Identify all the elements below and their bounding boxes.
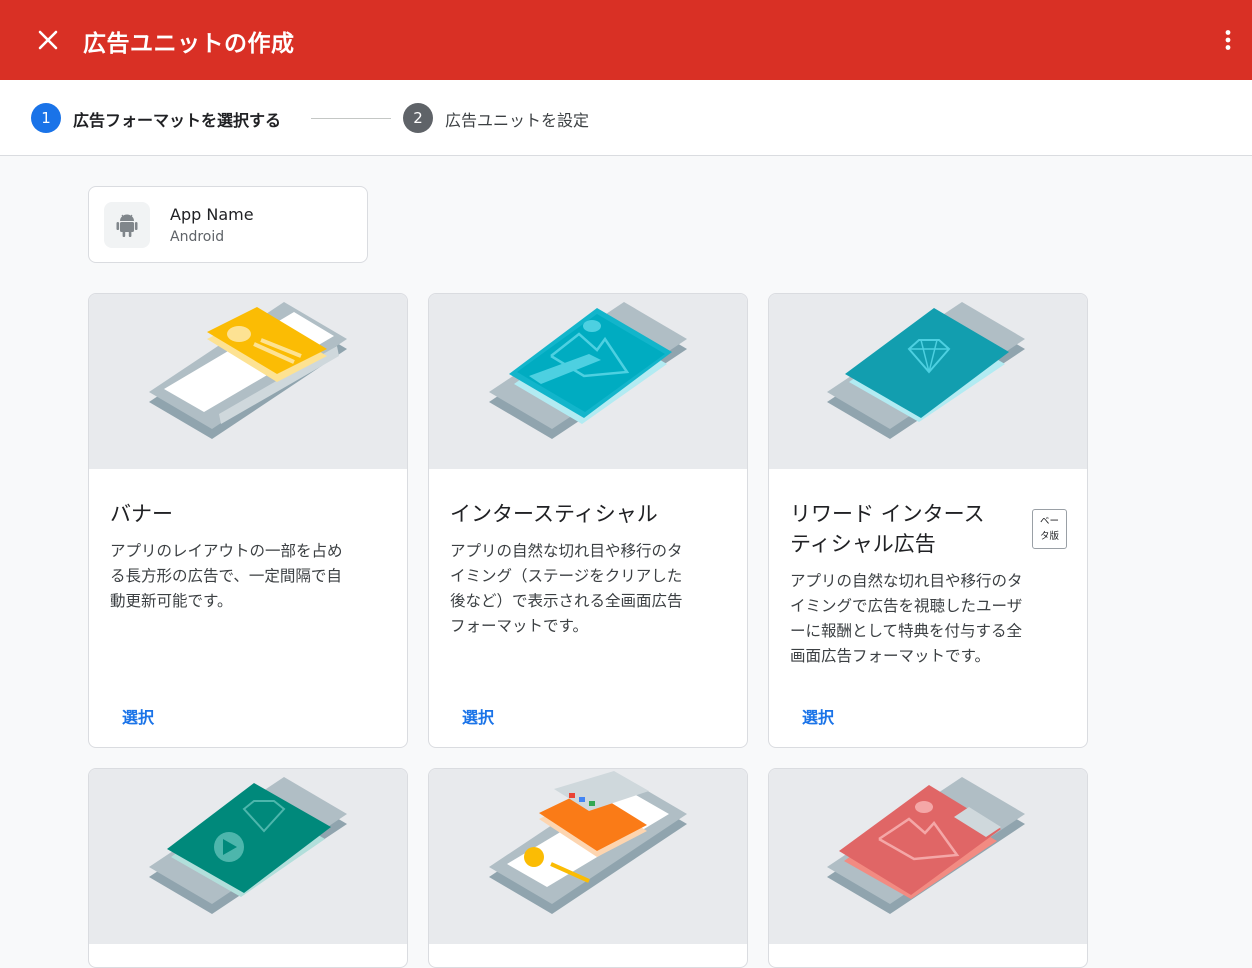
close-icon (38, 30, 58, 50)
card-description: アプリの自然な切れ目や移行のタ イミングで広告を視聴したユーザ ーに報酬として特… (790, 572, 1023, 665)
top-app-bar: 広告ユニットの作成 (0, 0, 1252, 80)
app-platform: Android (170, 229, 225, 245)
selected-app-card: App Name Android (88, 186, 368, 263)
close-button[interactable] (30, 22, 66, 58)
interstitial-illustration (429, 294, 747, 469)
format-card-banner[interactable]: バナー アプリのレイアウトの一部を占め る長方形の広告で、一定間隔で自 動更新可… (88, 293, 408, 748)
step-1-label: 広告フォーマットを選択する (73, 111, 282, 130)
step-2-label: 広告ユニットを設定 (445, 111, 590, 130)
more-vert-icon (1225, 30, 1231, 50)
rewarded-illustration (89, 769, 407, 944)
card-title: インタースティシャル (450, 502, 658, 526)
select-button[interactable]: 選択 (790, 700, 846, 732)
app-open-illustration (769, 769, 1087, 944)
more-options-button[interactable] (1212, 22, 1244, 58)
card-title: バナー (110, 502, 173, 526)
step-2-number: 2 (403, 103, 433, 133)
app-icon-container (104, 202, 150, 248)
card-description: アプリのレイアウトの一部を占め る長方形の広告で、一定間隔で自 動更新可能です。 (110, 542, 343, 610)
step-connector (311, 118, 391, 119)
format-card-rewarded[interactable] (88, 768, 408, 968)
native-illustration (429, 769, 747, 944)
card-description: アプリの自然な切れ目や移行のタ イミング（ステージをクリアした 後など）で表示さ… (450, 542, 683, 635)
select-button[interactable]: 選択 (110, 700, 166, 732)
format-card-app-open[interactable] (768, 768, 1088, 968)
select-button[interactable]: 選択 (450, 700, 506, 732)
format-card-native[interactable] (428, 768, 748, 968)
rewarded-interstitial-illustration (769, 294, 1087, 469)
stepper: 1 広告フォーマットを選択する 2 広告ユニットを設定 (0, 80, 1252, 156)
page-title: 広告ユニットの作成 (83, 31, 295, 57)
format-card-rewarded-interstitial[interactable]: リワード インタース ティシャル広告 ベー タ版 アプリの自然な切れ目や移行のタ… (768, 293, 1088, 748)
app-name: App Name (170, 205, 254, 224)
beta-badge: ベー タ版 (1032, 509, 1067, 549)
card-title: リワード インタース ティシャル広告 (790, 502, 985, 556)
step-1-number: 1 (31, 103, 61, 133)
banner-illustration (89, 294, 407, 469)
android-icon (116, 214, 138, 237)
format-card-interstitial[interactable]: インタースティシャル アプリの自然な切れ目や移行のタ イミング（ステージをクリア… (428, 293, 748, 748)
